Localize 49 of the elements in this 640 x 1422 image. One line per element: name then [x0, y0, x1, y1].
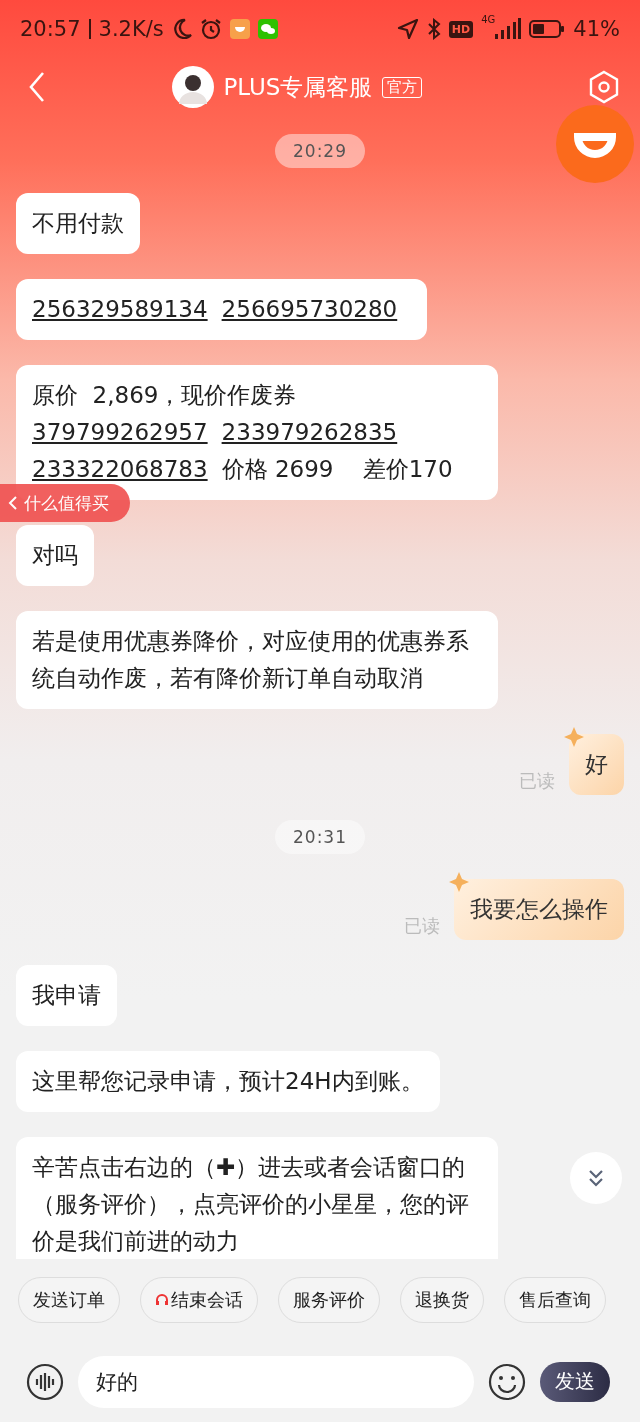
quick-reply-button[interactable]: 售后查询	[504, 1277, 606, 1323]
battery-icon	[529, 19, 566, 39]
status-time: 20:57	[20, 17, 81, 41]
settings-icon[interactable]	[588, 70, 620, 104]
app-icon	[229, 19, 250, 39]
message-bubble: 这里帮您记录申请，预计24H内到账。	[16, 1051, 440, 1112]
quick-reply-button[interactable]: 服务评价	[278, 1277, 380, 1323]
chevron-left-icon	[8, 495, 18, 511]
headset-icon	[155, 1293, 169, 1307]
battery-percent: 41%	[573, 17, 620, 41]
message-bubble: 若是使用优惠券降价，对应使用的优惠券系统自动作废，若有降价新订单自动取消	[16, 611, 498, 709]
message-bubble: 辛苦点击右边的（✚）进去或者会话窗口的（服务评价），点亮评价的小星星，您的评价是我们前进的动力	[16, 1137, 498, 1259]
order-link[interactable]: 256695730280	[221, 296, 398, 322]
message-input[interactable]: 好的	[78, 1355, 474, 1408]
network-label: 4G	[481, 14, 496, 25]
moon-icon	[171, 18, 192, 40]
bluetooth-icon	[426, 18, 441, 40]
alarm-icon	[199, 18, 222, 40]
network-speed: 3.2K/s	[98, 17, 164, 41]
official-badge: 官方	[382, 76, 423, 98]
order-link[interactable]: 379799262957	[32, 419, 208, 445]
double-chevron-down-icon	[588, 1169, 604, 1187]
voice-icon[interactable]	[26, 1362, 64, 1401]
scroll-down-button[interactable]	[570, 1152, 622, 1204]
chat-app-icon	[257, 19, 278, 39]
back-icon[interactable]	[28, 71, 46, 103]
star-icon	[563, 726, 585, 748]
quick-reply-button[interactable]: 结束会话	[140, 1277, 258, 1323]
timestamp: 20:31	[275, 820, 365, 854]
order-link[interactable]: 256329589134	[32, 296, 208, 322]
chat-title: PLUS专属客服	[223, 72, 373, 102]
quick-reply-button[interactable]: 发送订单	[18, 1277, 120, 1323]
signal-icon	[495, 18, 522, 40]
message-bubble: 好	[569, 734, 624, 795]
emoji-icon[interactable]	[488, 1362, 526, 1401]
message-bubble: 对吗	[16, 525, 94, 586]
timestamp: 20:29	[275, 134, 365, 168]
floating-app-button[interactable]	[556, 105, 634, 183]
message-bubble: 我要怎么操作	[454, 879, 624, 940]
message-bubble: 不用付款	[16, 193, 140, 254]
star-icon	[448, 871, 470, 893]
location-icon	[396, 18, 419, 40]
quick-reply-button[interactable]: 退换货	[400, 1277, 484, 1323]
hd-badge: HD	[448, 20, 474, 38]
send-button[interactable]: 发送	[540, 1361, 610, 1402]
order-link[interactable]: 233322068783	[32, 456, 208, 482]
message-bubble: 我申请	[16, 965, 117, 1026]
avatar	[171, 66, 214, 108]
order-link[interactable]: 233979262835	[221, 419, 398, 445]
